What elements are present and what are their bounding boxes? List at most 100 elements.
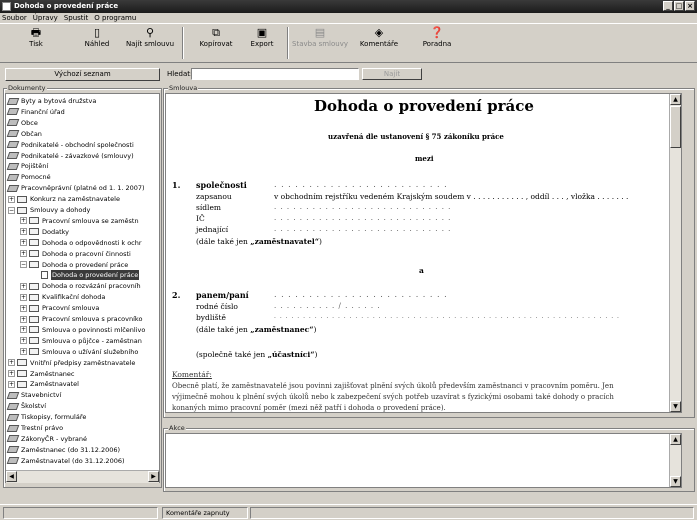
expand-icon[interactable]: +: [20, 315, 27, 323]
tree-node[interactable]: + Smlouva o užívání služebního: [20, 347, 138, 357]
tree-node[interactable]: Občan: [6, 129, 42, 139]
scroll-up-arrow-icon[interactable]: ▲: [670, 94, 681, 105]
tree-node[interactable]: + Dohoda o rozvázání pracovníh: [20, 281, 141, 291]
expand-icon[interactable]: +: [20, 337, 27, 345]
party-2-field-label: rodné číslo: [196, 302, 238, 311]
party-1-field-label: zapsanou: [196, 192, 232, 201]
document-tree[interactable]: Byty a bytová družstva Finanční úřad Obce O…: [5, 93, 160, 483]
find-contract-button[interactable]: ⚲ Najít smlouvu: [120, 26, 180, 50]
expand-icon[interactable]: +: [20, 304, 27, 312]
book-icon: [6, 446, 20, 454]
expand-icon[interactable]: +: [8, 380, 15, 388]
scroll-right-arrow-icon[interactable]: ▶: [148, 471, 159, 482]
tree-node-label: Zaměstnanec: [30, 369, 75, 378]
preview-button[interactable]: ▯ Náhled: [67, 26, 127, 50]
expand-icon[interactable]: +: [8, 359, 15, 367]
expand-icon[interactable]: +: [8, 195, 15, 203]
scroll-thumb[interactable]: [670, 106, 681, 148]
tree-node[interactable]: + Konkurz na zaměstnavatele: [8, 194, 120, 204]
party-1-field-value: . . . . . . . . . . . . . . . . . . . . …: [274, 225, 452, 233]
expand-icon[interactable]: +: [20, 250, 27, 258]
help-center-button[interactable]: ❓ Poradna: [407, 26, 467, 50]
tree-node[interactable]: Zaměstnavatel (do 31.12.2006): [6, 456, 125, 466]
tree-node[interactable]: Podnikatelé - obchodní společnosti: [6, 140, 134, 150]
tree-node[interactable]: + Pracovní smlouva se zaměstn: [20, 216, 139, 226]
tree-node[interactable]: Tiskopisy, formuláře: [6, 412, 86, 422]
tree-node[interactable]: + Zaměstnanec: [8, 369, 75, 379]
actions-vertical-scrollbar[interactable]: ▲ ▼: [669, 434, 681, 487]
actions-panel[interactable]: ▲ ▼: [165, 433, 682, 488]
tree-node[interactable]: + Dodatky: [20, 227, 69, 237]
folder-icon: [29, 217, 39, 225]
tree-node[interactable]: + Dohoda o odpovědnosti k ochr: [20, 238, 142, 248]
status-panel-1: [3, 507, 158, 519]
expand-icon[interactable]: +: [20, 326, 27, 334]
scroll-left-arrow-icon[interactable]: ◀: [6, 471, 17, 482]
tree-node[interactable]: Trestní právo: [6, 423, 63, 433]
tree-node[interactable]: + Smlouva o půjčce - zaměstnan: [20, 336, 142, 346]
folder-icon: [17, 370, 27, 377]
expand-icon[interactable]: +: [20, 228, 27, 236]
tree-node[interactable]: + Zaměstnavatel: [8, 379, 79, 389]
tree-node[interactable]: Pracovněprávní (platné od 1. 1. 2007): [6, 183, 145, 193]
expand-icon[interactable]: +: [20, 293, 27, 301]
tree-node[interactable]: Školství: [6, 401, 46, 411]
close-button[interactable]: ×: [685, 1, 695, 11]
collapse-icon[interactable]: −: [8, 206, 15, 214]
minimize-button[interactable]: _: [663, 1, 673, 11]
tree-node[interactable]: Dohoda o provedení práce: [32, 270, 140, 281]
default-list-button[interactable]: Výchozí seznam: [5, 68, 160, 81]
menu-o-programu[interactable]: O programu: [94, 13, 136, 23]
comment-line: Obecně platí, že zaměstnavatelé jsou pov…: [172, 382, 614, 390]
comments-button[interactable]: ◈ Komentáře: [349, 26, 409, 50]
tree-node[interactable]: Pojištění: [6, 161, 48, 171]
tree-node-label: Finanční úřad: [21, 107, 65, 116]
tree-node[interactable]: Zaměstnanec (do 31.12.2006): [6, 445, 120, 455]
collapse-icon[interactable]: −: [20, 261, 27, 268]
menu-soubor[interactable]: Soubor: [2, 13, 27, 23]
tree-node[interactable]: Pomocné: [6, 172, 51, 182]
party-1-alias: (dále také jen „zaměstnavatel“): [196, 237, 322, 246]
tree-horizontal-scrollbar[interactable]: ◀ ▶: [6, 470, 159, 483]
expand-icon[interactable]: +: [20, 239, 27, 247]
tree-node[interactable]: Stavebnictví: [6, 390, 61, 400]
tree-node[interactable]: Finanční úřad: [6, 107, 65, 117]
tree-node-label: Podnikatelé - závazkové (smlouvy): [21, 151, 134, 160]
document-vertical-scrollbar[interactable]: ▲ ▼: [669, 94, 681, 412]
contract-structure-button[interactable]: ▤ Stavba smlouvy: [290, 26, 350, 50]
scroll-up-arrow-icon[interactable]: ▲: [670, 434, 681, 445]
tree-node[interactable]: Obce: [6, 118, 38, 128]
scroll-down-arrow-icon[interactable]: ▼: [670, 401, 681, 412]
tree-node[interactable]: + Pracovní smlouva s pracovníko: [20, 314, 142, 324]
tree-node[interactable]: + Vnitřní předpisy zaměstnavatele: [8, 358, 135, 368]
expand-icon[interactable]: +: [20, 282, 27, 290]
export-button[interactable]: ▣ Export: [232, 26, 292, 50]
scroll-down-arrow-icon[interactable]: ▼: [670, 476, 681, 487]
folder-icon: [29, 304, 39, 312]
menu-upravy[interactable]: Úpravy: [33, 13, 58, 23]
maximize-button[interactable]: □: [674, 1, 684, 11]
tree-node[interactable]: + Dohoda o pracovní činnosti: [20, 249, 131, 259]
tree-node[interactable]: − Smlouvy a dohody: [8, 205, 90, 215]
tree-node[interactable]: + Smlouva o povinnosti mlčenlivo: [20, 325, 145, 335]
document-and: a: [419, 266, 424, 275]
tree-node[interactable]: + Pracovní smlouva: [20, 303, 99, 313]
tree-node-label: Občan: [21, 129, 42, 138]
search-input[interactable]: [191, 68, 359, 80]
tree-node[interactable]: Byty a bytová družstva: [6, 96, 96, 106]
tree-node[interactable]: ZákonyČR - vybrané: [6, 434, 87, 444]
expand-icon[interactable]: +: [20, 348, 27, 356]
tree-node[interactable]: − Dohoda o provedení práce: [20, 260, 128, 270]
floppy-disk-icon: ▣: [256, 26, 268, 39]
find-button[interactable]: Najít: [362, 68, 422, 80]
actions-group-label: Akce: [168, 424, 186, 432]
tree-node[interactable]: Podnikatelé - závazkové (smlouvy): [6, 151, 134, 161]
menu-spustit[interactable]: Spustit: [64, 13, 88, 23]
expand-icon[interactable]: +: [8, 370, 15, 377]
print-button[interactable]: 🖶 Tisk: [6, 26, 66, 50]
parties-alias: (společně také jen „účastníci“): [196, 350, 318, 359]
party-2-field-label: bydliště: [196, 313, 226, 322]
expand-icon[interactable]: +: [20, 217, 27, 225]
tree-node[interactable]: + Kvalifikační dohoda: [20, 292, 105, 302]
search-label: Hledat:: [167, 70, 193, 78]
